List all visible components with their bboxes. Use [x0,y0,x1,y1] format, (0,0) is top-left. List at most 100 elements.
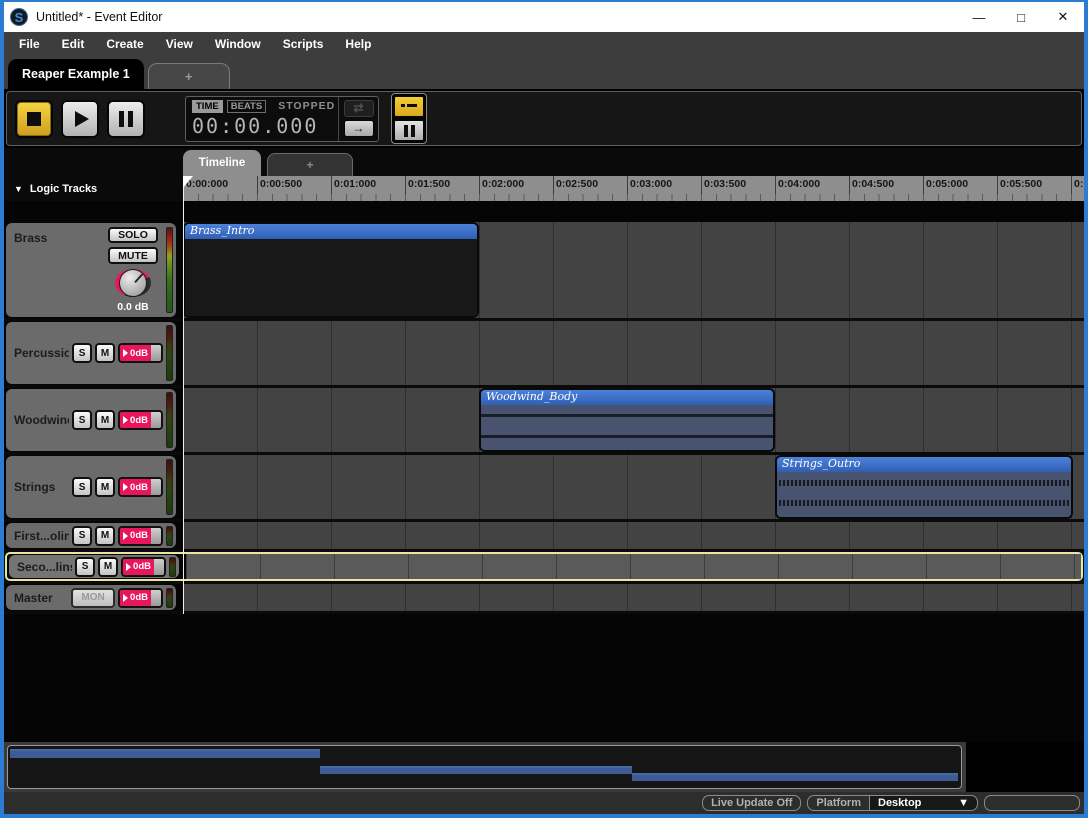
fader-value: 0dB [130,482,148,493]
ruler-time-label: 0:05:000 [926,178,968,190]
fader-arrow-icon [123,594,128,602]
overview-clip-bar [10,749,320,758]
volume-fader[interactable]: 0dB [121,557,166,577]
status-extra-field[interactable] [984,795,1080,811]
track-header-master[interactable]: Master MON 0dB [6,585,176,610]
pause-view-button[interactable] [393,119,425,142]
menu-window[interactable]: Window [204,32,272,56]
add-timeline-tab-button[interactable]: + [267,153,353,176]
menu-help[interactable]: Help [334,32,382,56]
clip-woodwind-body[interactable]: Woodwind_Body [479,388,775,452]
pause-icon [119,111,133,127]
tab-timeline[interactable]: Timeline [183,150,261,176]
maximize-button[interactable]: □ [1000,3,1042,31]
transport-display: TIME BEATS STOPPED 00:00.000 ⇄ → [185,96,379,142]
stop-button[interactable] [15,100,53,138]
mute-button[interactable]: M [95,410,115,430]
document-tabs: Reaper Example 1 + [4,56,1084,89]
loop-button[interactable]: ⇄ [344,100,374,117]
track-header-first-violins[interactable]: First...olins S M 0dB [6,523,176,548]
menu-view[interactable]: View [155,32,204,56]
playhead-cursor[interactable] [183,176,184,614]
mute-button[interactable]: M [95,343,115,363]
pause-bars-icon [404,125,415,137]
app-window: S Untitled* - Event Editor — □ ✕ File Ed… [0,0,1088,818]
play-button[interactable] [61,100,99,138]
fader-arrow-icon [123,483,128,491]
time-mode-button[interactable]: TIME [192,100,223,113]
list-view-icon [401,104,417,109]
platform-label: Platform [807,795,870,811]
close-button[interactable]: ✕ [1042,3,1084,31]
ruler-time-label: 0:03:500 [704,178,746,190]
solo-button[interactable]: S [75,557,95,577]
fader-value: 0dB [133,561,151,572]
titlebar: S Untitled* - Event Editor — □ ✕ [4,2,1084,32]
view-toggle-group [391,93,427,144]
clip-brass-intro[interactable]: Brass_Intro [183,222,479,318]
mute-button[interactable]: M [95,526,115,546]
ruler-time-label: 0:00:500 [260,178,302,190]
track-header-woodwind[interactable]: Woodwind S M 0dB [6,389,176,451]
menu-scripts[interactable]: Scripts [272,32,335,56]
event-list-view-button[interactable] [393,95,425,118]
empty-track-area [4,614,1084,742]
time-ruler[interactable]: 0:00:0000:00:5000:01:0000:01:5000:02:000… [183,176,1084,201]
fader-value: 0dB [130,348,148,359]
volume-fader[interactable]: 0dB [118,588,163,608]
track-header-percussion[interactable]: Percussion S M 0dB [6,322,176,384]
clip-strings-outro[interactable]: Strings_Outro [775,455,1073,519]
track-lane-second-violins[interactable] [186,554,1081,579]
menu-edit[interactable]: Edit [51,32,96,56]
monitor-button[interactable]: MON [71,588,115,608]
solo-button[interactable]: S [72,477,92,497]
mute-button[interactable]: M [95,477,115,497]
pause-button[interactable] [107,100,145,138]
add-tab-button[interactable]: + [148,63,230,89]
ruler-time-label: 0:04:500 [852,178,894,190]
overview-panel [4,742,1084,792]
solo-button[interactable]: S [72,526,92,546]
solo-button[interactable]: S [72,343,92,363]
solo-button[interactable]: S [72,410,92,430]
overview-minimap[interactable] [7,745,962,789]
volume-fader[interactable]: 0dB [118,477,163,497]
track-row-first-violins: First...olins S M 0dB [4,522,1084,549]
menu-file[interactable]: File [8,32,51,56]
live-update-button[interactable]: Live Update Off [702,795,801,811]
logic-tracks-header[interactable]: ▼ Logic Tracks [4,176,183,201]
track-lane-brass[interactable]: Brass_Intro [183,222,1084,318]
track-header-strings[interactable]: Strings S M 0dB [6,456,176,518]
track-lane-percussion[interactable] [183,321,1084,385]
track-lane-master[interactable] [183,584,1084,611]
timeline-tabs: Timeline + [4,148,1084,176]
volume-fader[interactable]: 0dB [118,410,163,430]
track-lane-first-violins[interactable] [183,522,1084,549]
volume-fader[interactable]: 0dB [118,343,163,363]
follow-cursor-button[interactable]: → [344,120,374,137]
track-header-brass[interactable]: Brass SOLO MUTE 0.0 dB [6,223,176,317]
ruler-time-label: 0:06:000 [1074,178,1084,190]
mute-button[interactable]: M [98,557,118,577]
app-logo-icon: S [10,8,28,26]
solo-button[interactable]: SOLO [108,227,158,243]
clip-body [777,472,1071,517]
clip-name: Woodwind_Body [481,390,773,405]
menu-create[interactable]: Create [95,32,154,56]
volume-fader[interactable]: 0dB [118,526,163,546]
minimize-button[interactable]: — [958,3,1000,31]
track-lane-strings[interactable]: Strings_Outro [183,455,1084,519]
track-lane-woodwind[interactable]: Woodwind_Body [183,388,1084,452]
mute-button[interactable]: MUTE [108,247,158,263]
track-header-second-violins[interactable]: Seco...lins S M 0dB [9,555,179,578]
ruler-time-label: 0:02:500 [556,178,598,190]
tab-reaper-example-1[interactable]: Reaper Example 1 [8,59,144,89]
volume-knob[interactable] [115,269,151,297]
fader-handle [151,590,161,606]
fader-arrow-icon [123,532,128,540]
transport-bar: TIME BEATS STOPPED 00:00.000 ⇄ → [4,89,1084,148]
fader-handle [151,528,161,544]
platform-dropdown[interactable]: Desktop ▼ [870,795,978,811]
clip-name: Strings_Outro [777,457,1071,472]
beats-mode-button[interactable]: BEATS [227,100,267,113]
